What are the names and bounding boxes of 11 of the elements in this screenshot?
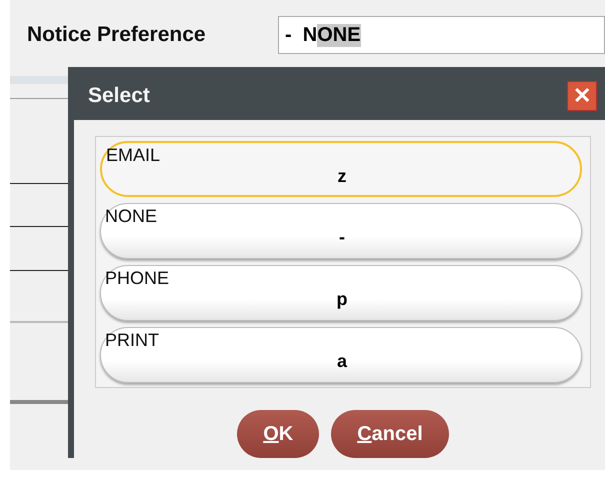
option-item[interactable]: NONE -	[100, 203, 582, 259]
close-button[interactable]: ✕	[567, 80, 597, 110]
ok-button[interactable]: OK	[237, 410, 320, 458]
input-field[interactable]: - NONE	[278, 16, 605, 54]
table-header	[10, 76, 70, 84]
dialog-title: Select	[88, 84, 150, 108]
cancel-button[interactable]: Cancel	[331, 410, 449, 458]
field-label: Notice Preference	[27, 23, 207, 47]
option-item[interactable]: EMAIL z	[100, 141, 582, 197]
option-item[interactable]: PHONE p	[100, 265, 582, 321]
option-item[interactable]: PRINT a	[100, 327, 582, 383]
